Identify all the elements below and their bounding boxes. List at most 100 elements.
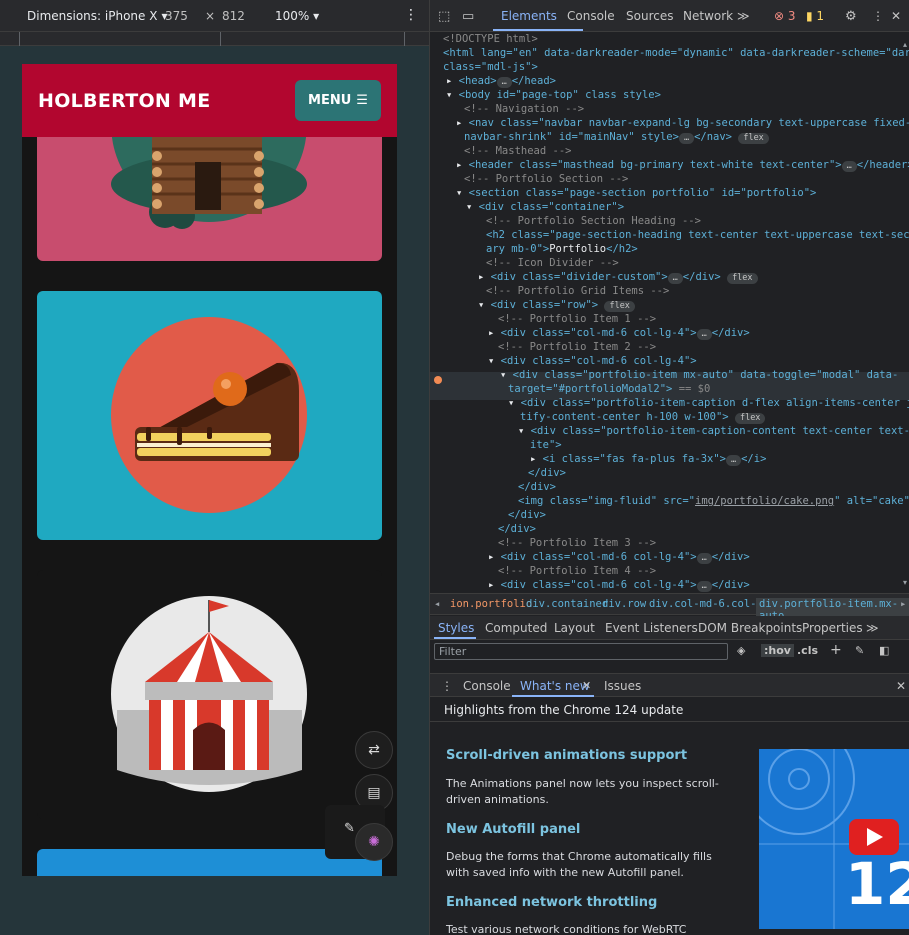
- scroll-up-icon[interactable]: ▴: [903, 40, 907, 49]
- dom-line[interactable]: ▾ <div class="container">: [466, 200, 624, 214]
- breadcrumb-item[interactable]: div.row: [602, 598, 646, 610]
- dom-line[interactable]: ▾ <div class="portfolio-item mx-auto" da…: [500, 368, 898, 382]
- tab-layout[interactable]: Layout: [554, 621, 595, 635]
- translate-icon[interactable]: ⇄: [355, 731, 393, 769]
- tab-dom-breakpoints[interactable]: DOM Breakpoints: [698, 621, 802, 635]
- dom-line[interactable]: ▸ <div class="divider-custom">… </div> fl…: [478, 270, 758, 284]
- tab-styles[interactable]: Styles: [438, 621, 474, 635]
- flex-badge[interactable]: flex: [734, 413, 766, 424]
- paint-icon[interactable]: ✎: [855, 644, 864, 657]
- tab-network[interactable]: Network: [683, 9, 733, 23]
- more-tabs-icon[interactable]: ≫: [737, 9, 750, 23]
- dom-line[interactable]: <img class="img-fluid" src="img/portfoli…: [518, 494, 909, 508]
- portfolio-item-circus[interactable]: [37, 570, 382, 819]
- tab-computed[interactable]: Computed: [485, 621, 547, 635]
- height-input[interactable]: 812: [222, 9, 245, 23]
- dom-line[interactable]: <html lang="en" data-darkreader-mode="dy…: [443, 46, 909, 60]
- dom-line[interactable]: </div>: [508, 508, 546, 522]
- brand-logo[interactable]: HOLBERTON ME: [38, 90, 211, 112]
- dom-line[interactable]: ary mb-0">Portfolio</h2>: [486, 242, 638, 256]
- tab-event-listeners[interactable]: Event Listeners: [605, 621, 698, 635]
- dom-line[interactable]: <!-- Portfolio Item 4 -->: [498, 564, 656, 578]
- portfolio-item-cake[interactable]: [37, 291, 382, 540]
- dom-line[interactable]: <!-- Portfolio Item 2 -->: [498, 340, 656, 354]
- dom-line[interactable]: ▾ <div class="portfolio-item-caption-con…: [518, 424, 909, 438]
- close-icon[interactable]: ✕: [891, 9, 901, 23]
- cls-toggle[interactable]: .cls: [797, 644, 818, 657]
- dom-line[interactable]: ▾ <section class="page-section portfolio…: [456, 186, 816, 200]
- drawer-tab-issues[interactable]: Issues: [604, 679, 641, 693]
- dom-line[interactable]: ite">: [530, 438, 562, 452]
- whats-new-title[interactable]: New Autofill panel: [446, 822, 580, 837]
- device-toggle-icon[interactable]: ▭: [462, 9, 474, 24]
- close-drawer-icon[interactable]: ✕: [896, 679, 906, 693]
- device-select[interactable]: Dimensions: iPhone X ▾: [27, 9, 167, 23]
- flex-badge[interactable]: flex: [727, 273, 758, 284]
- brain-icon[interactable]: ✺: [355, 823, 393, 861]
- dom-line[interactable]: <!-- Portfolio Item 1 -->: [498, 312, 656, 326]
- emulated-page[interactable]: HOLBERTON ME MENU ☰: [22, 64, 397, 876]
- add-rule-icon[interactable]: +: [830, 642, 842, 658]
- whats-new-video-thumbnail[interactable]: 12: [759, 749, 909, 929]
- tab-properties[interactable]: Properties: [802, 621, 863, 635]
- filter-input[interactable]: Filter: [434, 643, 728, 660]
- more-tabs-icon[interactable]: ≫: [866, 621, 879, 635]
- dom-line[interactable]: ▾ <div class="portfolio-item-caption d-f…: [508, 396, 909, 410]
- dom-line[interactable]: ▸ <nav class="navbar navbar-expand-lg bg…: [456, 116, 909, 130]
- dom-line[interactable]: <!-- Portfolio Section Heading -->: [486, 214, 701, 228]
- menu-button[interactable]: MENU ☰: [295, 80, 381, 121]
- breadcrumb-item[interactable]: div.container: [526, 598, 608, 610]
- dom-line[interactable]: class="mdl-js">: [443, 60, 538, 74]
- dom-line[interactable]: ▸ <div class="col-md-6 col-lg-4">… </div>: [488, 578, 750, 592]
- tab-elements[interactable]: Elements: [501, 9, 557, 23]
- dom-line[interactable]: ▸ <div class="col-md-6 col-lg-4">… </div>: [488, 550, 750, 564]
- sidebar-toggle-icon[interactable]: ◧: [879, 644, 889, 657]
- width-input[interactable]: 375: [165, 9, 188, 23]
- whats-new-title[interactable]: Scroll-driven animations support: [446, 748, 687, 763]
- dom-line[interactable]: </div>: [498, 522, 536, 536]
- dom-line[interactable]: ▾ <body id="page-top" class style>: [446, 88, 661, 102]
- drawer-tab-whats-new[interactable]: What's new: [520, 679, 590, 693]
- dom-line[interactable]: ▸ <head>… </head>: [446, 74, 556, 88]
- dom-line[interactable]: <!-- Icon Divider -->: [486, 256, 619, 270]
- img-src-link[interactable]: img/portfolio/cake.png: [695, 495, 834, 507]
- drawer-tab-console[interactable]: Console: [463, 679, 511, 693]
- tab-sources[interactable]: Sources: [626, 9, 673, 23]
- dom-line[interactable]: ▸ <i class="fas fa-plus fa-3x">… </i>: [530, 452, 766, 466]
- dom-line[interactable]: <!-- Portfolio Grid Items -->: [486, 284, 669, 298]
- drawer-menu-icon[interactable]: ⋮: [441, 679, 453, 693]
- tab-console[interactable]: Console: [567, 9, 615, 23]
- dom-line[interactable]: target="#portfolioModal2"> == $0: [508, 382, 710, 396]
- dom-line[interactable]: <!-- Navigation -->: [464, 102, 584, 116]
- scroll-left-icon[interactable]: ◂: [434, 598, 440, 610]
- dom-line[interactable]: <!-- Masthead -->: [464, 144, 571, 158]
- flex-badge[interactable]: flex: [604, 301, 635, 312]
- close-tab-icon[interactable]: ✕: [582, 679, 591, 692]
- elements-tree[interactable]: <!DOCTYPE html> <html lang="en" data-dar…: [430, 32, 909, 592]
- more-options-icon[interactable]: ⋮: [404, 7, 418, 23]
- dom-line[interactable]: <!-- Portfolio Item 3 -->: [498, 536, 656, 550]
- dom-line[interactable]: ▾ <div class="col-md-6 col-lg-4">: [488, 354, 697, 368]
- hov-toggle[interactable]: :hov: [761, 644, 794, 657]
- gear-icon[interactable]: ⚙: [845, 9, 857, 24]
- dom-line[interactable]: <h2 class="page-section-heading text-cen…: [486, 228, 909, 242]
- dom-line[interactable]: ▸ <header class="masthead bg-primary tex…: [456, 158, 909, 172]
- dom-line[interactable]: </div>: [518, 480, 556, 494]
- whats-new-title[interactable]: Enhanced network throttling: [446, 895, 657, 910]
- scrollbar[interactable]: ▴ ▾: [901, 40, 909, 588]
- more-options-icon[interactable]: ⋮: [872, 9, 884, 23]
- pencil-icon[interactable]: ✎: [344, 821, 355, 836]
- dom-line[interactable]: ▸ <div class="col-md-6 col-lg-4">… </div>: [488, 326, 750, 340]
- inspect-icon[interactable]: ⬚: [438, 9, 450, 24]
- breadcrumb-item[interactable]: ion.portfolio: [450, 598, 532, 610]
- dom-line[interactable]: <!DOCTYPE html>: [443, 32, 538, 46]
- scroll-down-icon[interactable]: ▾: [903, 578, 907, 587]
- layers-icon[interactable]: ◈: [737, 644, 745, 657]
- dom-line[interactable]: navbar-shrink" id="mainNav" style>… </nav…: [464, 130, 769, 144]
- warning-counter[interactable]: ▮ 1: [806, 9, 824, 23]
- error-counter[interactable]: ⊗ 3: [774, 9, 796, 23]
- dom-line[interactable]: </div>: [528, 466, 566, 480]
- dom-line[interactable]: tify-content-center h-100 w-100"> flex: [520, 410, 766, 424]
- scroll-right-icon[interactable]: ▸: [900, 598, 906, 610]
- flex-badge[interactable]: flex: [738, 133, 769, 144]
